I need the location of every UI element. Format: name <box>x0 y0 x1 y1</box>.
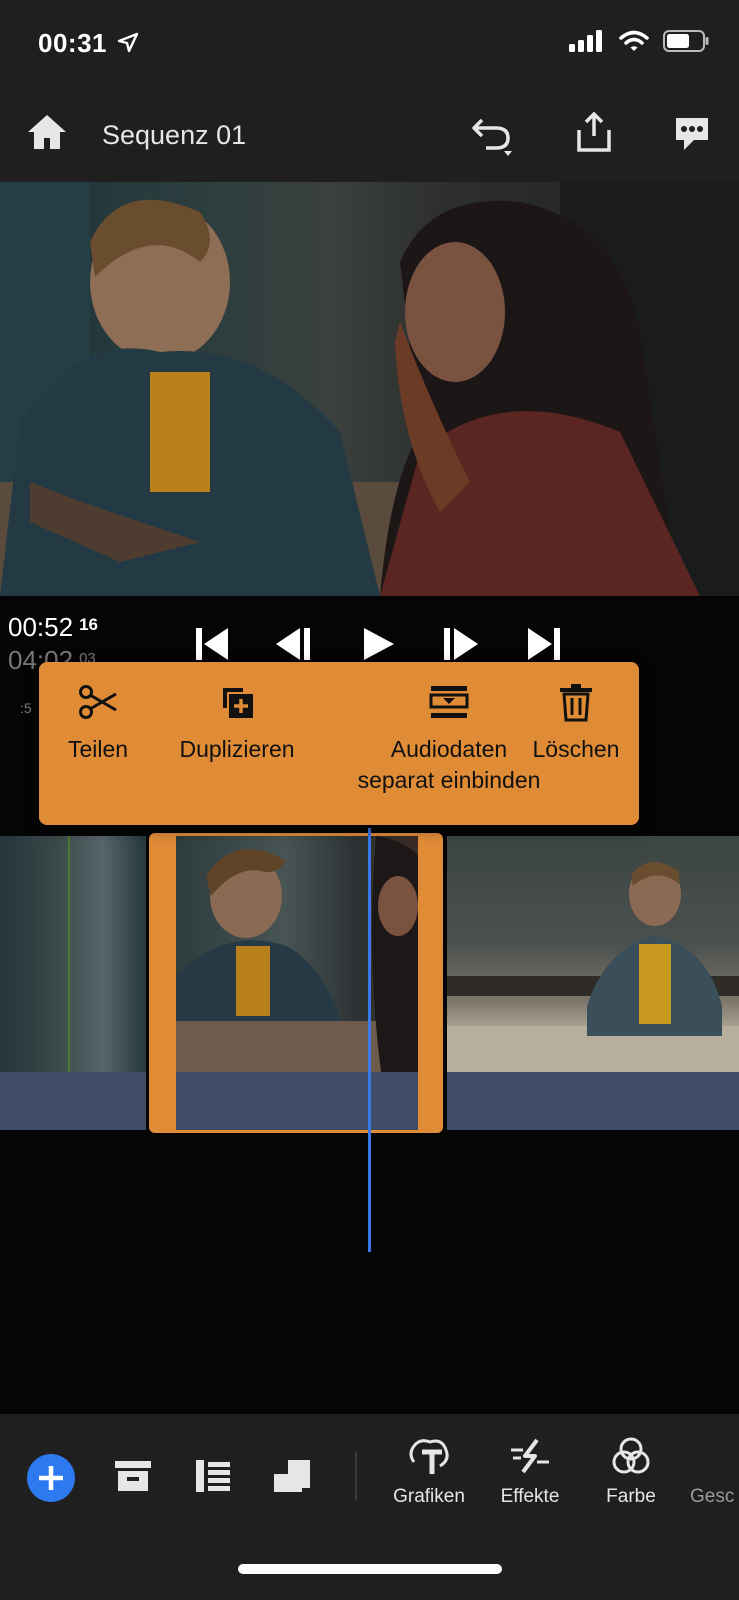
timeline-ruler-label: :5 <box>20 700 32 716</box>
add-media-button[interactable] <box>27 1454 75 1502</box>
tab-color[interactable]: Farbe <box>596 1436 666 1508</box>
duplicate-icon <box>223 688 253 718</box>
feedback-icon[interactable] <box>672 114 712 154</box>
delete-label: Löschen <box>532 736 620 762</box>
detach-audio-icon <box>429 686 469 718</box>
tab-color-label: Farbe <box>606 1486 656 1507</box>
scissors-icon <box>79 685 117 719</box>
speed-icon <box>690 1436 739 1486</box>
battery-icon <box>663 30 709 52</box>
detach-audio-label-line1: Audiodaten <box>390 736 508 762</box>
app-bar: Sequenz 01 <box>0 90 739 182</box>
home-indicator[interactable] <box>238 1564 502 1574</box>
home-icon[interactable] <box>26 112 68 152</box>
tab-speed[interactable]: Gesc <box>690 1436 739 1508</box>
play-icon[interactable] <box>362 626 396 662</box>
playhead[interactable] <box>368 828 371 1252</box>
clip-context-menu: Teilen Duplizieren Audiodaten separat ei… <box>39 662 639 825</box>
plus-icon <box>39 1466 63 1490</box>
effects-icon <box>511 1438 549 1474</box>
tracks-icon[interactable] <box>194 1458 232 1494</box>
archive-icon[interactable] <box>114 1458 152 1494</box>
clip-thumbnail[interactable] <box>447 836 739 1072</box>
preview-frame-image <box>0 182 739 596</box>
split-label: Teilen <box>67 736 129 762</box>
audio-track-segment-selected[interactable] <box>176 1072 418 1130</box>
current-timecode: 00:52 16 <box>8 612 98 643</box>
status-bar: 00:31 <box>0 0 739 90</box>
step-back-icon[interactable] <box>276 626 312 662</box>
duplicate-label: Duplizieren <box>179 736 295 762</box>
detach-audio-label-line2: separat einbinden <box>357 767 541 793</box>
tab-graphics-label: Grafiken <box>393 1486 465 1507</box>
cellular-signal-icon <box>569 30 602 52</box>
selected-clip-image <box>176 836 418 1072</box>
status-time-text: 00:31 <box>38 28 107 58</box>
color-icon <box>612 1437 650 1474</box>
toolbar-divider <box>355 1452 357 1500</box>
layers-icon[interactable] <box>272 1458 312 1494</box>
skip-to-end-icon[interactable] <box>526 626 562 662</box>
clip-image <box>447 862 739 1072</box>
current-time: 00:52 <box>8 612 74 642</box>
status-icons <box>569 30 709 52</box>
step-forward-icon[interactable] <box>442 626 478 662</box>
graphics-icon <box>409 1439 449 1474</box>
clip-thumbnail[interactable] <box>0 836 146 1072</box>
undo-icon[interactable] <box>470 114 516 156</box>
tab-graphics[interactable]: Grafiken <box>388 1436 470 1508</box>
audio-track-segment[interactable] <box>447 1072 739 1130</box>
wifi-icon <box>619 30 649 51</box>
trash-icon <box>560 684 592 722</box>
bottom-toolbar: Grafiken Effekte Farbe Gesc <box>0 1414 739 1600</box>
location-arrow-icon <box>117 32 138 53</box>
tab-speed-label: Gesc <box>690 1486 735 1507</box>
clip-thumbnail-selected[interactable] <box>176 836 418 1072</box>
page-title: Sequenz 01 <box>102 120 247 150</box>
duplicate-button[interactable]: Duplizieren <box>161 682 313 765</box>
split-button[interactable]: Teilen <box>55 682 141 765</box>
delete-button[interactable]: Löschen <box>519 682 633 765</box>
share-icon[interactable] <box>575 112 613 154</box>
video-preview[interactable] <box>0 182 739 596</box>
tab-effects[interactable]: Effekte <box>490 1436 570 1508</box>
current-frames: 16 <box>79 615 98 634</box>
skip-to-start-icon[interactable] <box>194 626 230 662</box>
status-time: 00:31 <box>38 28 139 59</box>
tab-effects-label: Effekte <box>500 1486 560 1507</box>
audio-track-segment[interactable] <box>0 1072 146 1130</box>
